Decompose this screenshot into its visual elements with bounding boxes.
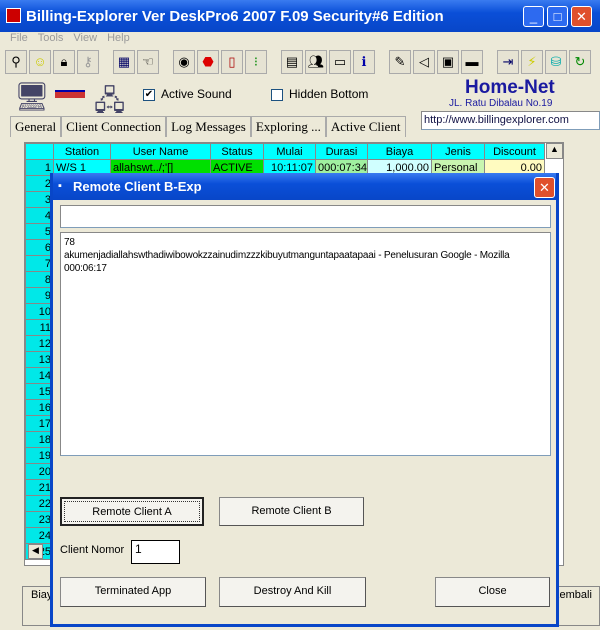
hidden-bottom-checkbox[interactable]: Hidden Bottom [271, 87, 368, 101]
app-icon [6, 8, 21, 23]
refresh-icon[interactable]: ↻ [569, 50, 591, 74]
tab-general[interactable]: General [10, 116, 62, 137]
remote-client-a-button[interactable]: Remote Client A [60, 497, 204, 526]
binoculars-icon[interactable]: ⚲ [5, 50, 27, 74]
key-icon[interactable]: ⚷ [77, 50, 99, 74]
menu-file[interactable]: File [10, 32, 28, 44]
tab-exploring[interactable]: Exploring ... [250, 116, 326, 137]
computer-icon[interactable]: ▦ [113, 50, 135, 74]
scroll-up-arrow[interactable]: ▲ [546, 143, 563, 159]
col-mulai[interactable]: Mulai [263, 143, 316, 160]
dialog-title: Remote Client B-Exp [73, 179, 202, 194]
menu-tools[interactable]: Tools [38, 32, 64, 44]
col-user-name[interactable]: User Name [110, 143, 211, 160]
minimize-button[interactable]: _ [523, 6, 544, 27]
brand-address: JL. Ratu Dibalau No.19 [449, 98, 553, 109]
window-title: Billing-Explorer Ver DeskPro6 2007 F.09 … [26, 8, 444, 25]
client-nomor-input[interactable]: 1 [131, 540, 180, 564]
hand-icon[interactable]: ☜ [137, 50, 159, 74]
menu-help[interactable]: Help [107, 32, 130, 44]
log-line: 000:06:17 [64, 263, 107, 274]
stop-icon[interactable]: ⬣ [197, 50, 219, 74]
close-window-button[interactable]: ✕ [571, 6, 592, 27]
terminated-app-button[interactable]: Terminated App [60, 577, 206, 607]
brand-name: Home-Net [465, 77, 555, 98]
command-input[interactable] [60, 205, 551, 228]
remote-client-dialog: Remote Client B-Exp ▪ ✕ 78 akumenjadiall… [50, 173, 559, 627]
biaya-group: Biaya [22, 586, 59, 626]
close-button[interactable]: Close [435, 577, 550, 607]
menu-bar: File Tools View Help [0, 32, 600, 48]
tab-log-messages[interactable]: Log Messages [166, 116, 251, 137]
log-line: 78 [64, 237, 75, 248]
dialog-title-bar: Remote Client B-Exp [53, 173, 556, 200]
checkbox-unchecked[interactable] [271, 88, 283, 101]
login-icon[interactable]: ⇥ [497, 50, 519, 74]
pen-icon[interactable]: ✎ [389, 50, 411, 74]
info-icon[interactable]: ℹ [353, 50, 375, 74]
eye-icon[interactable]: ◉ [173, 50, 195, 74]
tab-active-client[interactable]: Active Client [325, 116, 406, 137]
lock-icon[interactable]: 🔒︎ [53, 50, 75, 74]
active-sound-label: Active Sound [161, 87, 232, 101]
speaker-icon[interactable]: ◁ [413, 50, 435, 74]
log-textarea[interactable]: 78 akumenjadiallahswthadiwibowokzzainudi… [60, 232, 551, 456]
url-field[interactable]: http://www.billingexplorer.com [421, 111, 600, 130]
lightning-icon[interactable]: ⚡︎ [521, 50, 543, 74]
scroll-left-arrow[interactable]: ◀ [28, 544, 43, 559]
scanner-icon[interactable]: ▬ [461, 50, 483, 74]
log-line: akumenjadiallahswthadiwibowokzzainudimzz… [64, 250, 510, 261]
grid-header: Station User Name Status Mulai Durasi Bi… [25, 143, 545, 160]
tab-bar: General Client Connection Log Messages Expl… [10, 116, 406, 137]
hidden-bottom-label: Hidden Bottom [289, 87, 369, 101]
col-durasi[interactable]: Durasi [315, 143, 368, 160]
tab-client-connection[interactable]: Client Connection [61, 116, 167, 137]
toolbar: ⚲ ☺ 🔒︎ ⚷ ▦ ☜ ◉ ⬣ ▯ ⁝ ▤ 👥︎ ▭ ℹ ✎ ◁ ▣ ▬ ⇥ ⚡︎ ⛁ ↻ [5, 50, 593, 76]
dialog-close-x[interactable]: ✕ [534, 177, 555, 198]
smiley-icon[interactable]: ☺ [29, 50, 51, 74]
col-discount[interactable]: Discount [484, 143, 545, 160]
users-icon[interactable]: 👥︎ [305, 50, 327, 74]
title-bar: Billing-Explorer Ver DeskPro6 2007 F.09 … [0, 0, 600, 32]
client-nomor-label: Client Nomor [60, 544, 125, 556]
destroy-and-kill-button[interactable]: Destroy And Kill [219, 577, 366, 607]
traffic-icon[interactable]: ⁝ [245, 50, 267, 74]
col-index [25, 143, 54, 160]
printer-icon[interactable]: ▤ [281, 50, 303, 74]
remote-client-b-button[interactable]: Remote Client B [219, 497, 364, 526]
dialog-icon: ▪ [58, 180, 62, 192]
col-station[interactable]: Station [53, 143, 111, 160]
disk-icon[interactable]: ▣ [437, 50, 459, 74]
network-icon[interactable]: ▭ [329, 50, 351, 74]
connection-icon [55, 90, 85, 98]
server-computer-icon: 🖥︎ [14, 81, 50, 112]
checkbox-checked[interactable]: ✔ [143, 88, 155, 101]
col-status[interactable]: Status [210, 143, 264, 160]
col-biaya[interactable]: Biaya [367, 143, 432, 160]
active-sound-checkbox[interactable]: ✔ Active Sound [143, 87, 232, 101]
exit-icon[interactable]: ▯ [221, 50, 243, 74]
maximize-button[interactable]: □ [547, 6, 568, 27]
menu-view[interactable]: View [73, 32, 97, 44]
col-jenis[interactable]: Jenis [431, 143, 485, 160]
database-icon[interactable]: ⛁ [545, 50, 567, 74]
